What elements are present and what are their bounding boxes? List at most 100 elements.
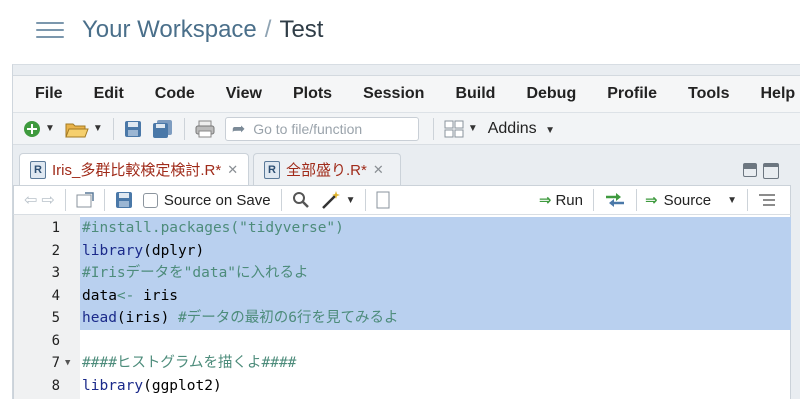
- chevron-down-icon[interactable]: ▼: [346, 195, 356, 206]
- chevron-down-icon[interactable]: ▼: [727, 195, 737, 206]
- menu-bar: File Edit Code View Plots Session Build Debug Pr…: [13, 75, 800, 113]
- menu-help[interactable]: Help: [761, 85, 796, 103]
- menu-edit[interactable]: Edit: [94, 85, 124, 103]
- breadcrumb: Your Workspace / Test: [82, 16, 323, 44]
- compile-report-icon[interactable]: [376, 189, 390, 211]
- toolbar-divider: [365, 189, 367, 211]
- search-icon[interactable]: [292, 189, 310, 211]
- toolbar-divider: [635, 189, 637, 211]
- show-in-window-icon[interactable]: [76, 189, 94, 211]
- code-text: library(ggplot2): [82, 377, 222, 394]
- forward-arrow-icon[interactable]: ⇨: [41, 190, 54, 210]
- save-all-icon[interactable]: [152, 118, 174, 140]
- magic-wand-icon[interactable]: ▼: [320, 189, 356, 211]
- grid-icon[interactable]: ▼: [444, 118, 478, 140]
- toolbar-divider: [747, 189, 748, 211]
- save-icon[interactable]: [124, 118, 142, 140]
- run-arrow-icon: ⇒: [538, 192, 552, 209]
- code-editor[interactable]: 1 #install.packages("tidyverse") 2 library(…: [13, 215, 791, 399]
- menu-code[interactable]: Code: [155, 85, 195, 103]
- save-icon[interactable]: [115, 189, 133, 211]
- tab-iris-script[interactable]: R Iris_多群比較検定検討.R* ✕: [19, 153, 249, 185]
- chevron-down-icon[interactable]: ▼: [45, 123, 55, 134]
- source-on-save-checkbox[interactable]: [142, 192, 158, 208]
- code-line[interactable]: 7 ▼ ####ヒストグラムを描くよ####: [14, 352, 791, 375]
- line-number: 7: [51, 355, 60, 371]
- workspace-link[interactable]: Your Workspace: [82, 16, 257, 43]
- code-text: library(dplyr): [80, 239, 791, 262]
- line-number: 4: [51, 287, 60, 304]
- open-folder-icon[interactable]: ▼: [65, 118, 103, 140]
- editor-tab-bar: R Iris_多群比較検定検討.R* ✕ R 全部盛り.R* ✕: [13, 153, 791, 185]
- line-number: 6: [51, 332, 60, 349]
- code-text: head(iris) #データの最初の6行を見てみるよ: [80, 307, 791, 330]
- menu-build[interactable]: Build: [455, 85, 495, 103]
- document-outline-icon[interactable]: [758, 189, 776, 211]
- code-text: #install.packages("tidyverse"): [80, 217, 791, 240]
- main-toolbar: ▼ ▼ ➦ Go to file/function ▼ Addins ▼: [13, 113, 800, 145]
- line-number: 1: [51, 220, 60, 236]
- code-line[interactable]: 8 library(ggplot2): [14, 375, 791, 398]
- source-arrow-icon: ⇒: [644, 192, 658, 209]
- code-line[interactable]: 2 library(dplyr): [14, 239, 791, 262]
- toolbar-divider: [64, 189, 66, 211]
- line-number: 5: [51, 310, 60, 326]
- line-number: 8: [51, 377, 60, 394]
- tab-label: 全部盛り.R*: [286, 162, 367, 179]
- toolbar-divider: [432, 117, 434, 140]
- menu-file[interactable]: File: [35, 85, 63, 103]
- menu-debug[interactable]: Debug: [526, 85, 576, 103]
- r-file-icon: R: [264, 160, 280, 179]
- menu-plots[interactable]: Plots: [293, 85, 332, 103]
- breadcrumb-separator: /: [264, 16, 272, 43]
- goto-placeholder: Go to file/function: [253, 120, 363, 137]
- menu-profile[interactable]: Profile: [607, 85, 657, 103]
- code-line[interactable]: 3 #Irisデータを"data"に入れるよ: [14, 262, 791, 285]
- minimize-pane-icon[interactable]: [743, 163, 757, 177]
- source-button[interactable]: ⇒ Source ▼: [644, 191, 737, 210]
- line-number: 3: [51, 265, 60, 281]
- run-button[interactable]: ⇒ Run: [538, 191, 583, 210]
- addins-menu[interactable]: Addins ▼: [488, 120, 555, 138]
- editor-toolbar: ⇦ ⇨ Source on Save ▼ ⇒ Run ⇒ Source ▼: [13, 185, 791, 215]
- chevron-down-icon[interactable]: ▼: [93, 123, 103, 134]
- project-name: Test: [279, 16, 324, 43]
- menu-tools[interactable]: Tools: [688, 85, 729, 103]
- maximize-pane-icon[interactable]: [763, 163, 779, 179]
- r-file-icon: R: [30, 160, 46, 179]
- pane-window-controls: [743, 163, 779, 179]
- menu-view[interactable]: View: [226, 85, 262, 103]
- new-file-icon[interactable]: ▼: [23, 118, 55, 140]
- fold-toggle-icon[interactable]: ▼: [65, 352, 70, 375]
- print-icon[interactable]: [195, 118, 215, 140]
- workspace-header: Your Workspace / Test: [0, 0, 800, 64]
- goto-file-function-input[interactable]: ➦ Go to file/function: [224, 116, 419, 141]
- toolbar-divider: [280, 189, 282, 211]
- addins-label: Addins: [487, 119, 537, 137]
- toolbar-divider: [112, 117, 114, 140]
- code-line[interactable]: 1 #install.packages("tidyverse"): [14, 217, 791, 240]
- back-arrow-icon[interactable]: ⇦: [24, 190, 37, 210]
- rerun-icon[interactable]: [604, 189, 626, 211]
- toolbar-divider: [183, 117, 185, 140]
- tab-zenbumori-script[interactable]: R 全部盛り.R* ✕: [253, 153, 401, 185]
- close-icon[interactable]: ✕: [373, 162, 384, 178]
- goto-arrow-icon: ➦: [231, 120, 246, 138]
- run-label: Run: [555, 191, 583, 209]
- hamburger-icon[interactable]: [36, 22, 64, 40]
- code-text: #Irisデータを"data"に入れるよ: [80, 262, 791, 285]
- source-label: Source: [663, 191, 712, 209]
- toolbar-divider: [103, 189, 105, 211]
- close-icon[interactable]: ✕: [227, 162, 238, 178]
- chevron-down-icon[interactable]: ▼: [468, 123, 478, 134]
- chevron-down-icon[interactable]: ▼: [545, 125, 555, 136]
- code-text: data<- iris: [80, 284, 791, 307]
- toolbar-divider: [592, 189, 594, 211]
- source-on-save-label: Source on Save: [163, 191, 271, 209]
- line-number: 2: [51, 242, 60, 259]
- code-line[interactable]: 6: [14, 330, 791, 353]
- ide-frame: File Edit Code View Plots Session Build Debug Pr…: [12, 64, 800, 399]
- code-line[interactable]: 4 data<- iris: [14, 284, 791, 307]
- menu-session[interactable]: Session: [363, 85, 424, 103]
- code-line[interactable]: 5 head(iris) #データの最初の6行を見てみるよ: [14, 307, 791, 330]
